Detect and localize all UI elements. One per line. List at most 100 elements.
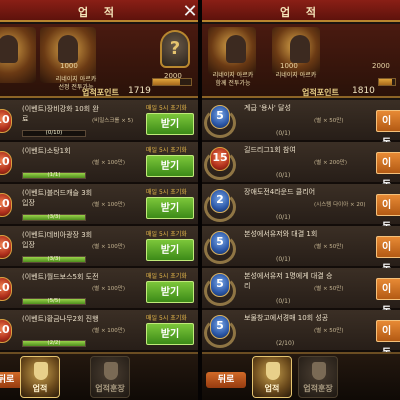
achievement-reward: (별 × 100만) — [92, 160, 126, 166]
claim-button[interactable]: 받기 — [146, 323, 194, 345]
achievement-name: (이벤트)블러드캐슬 3회 입장 — [22, 189, 93, 207]
go-button[interactable]: 이동 — [376, 152, 400, 191]
claim-button[interactable]: 받기 — [146, 197, 194, 219]
claim-button[interactable]: 받기 — [146, 155, 194, 177]
panel-title: 업 적 — [77, 6, 121, 19]
medal-value: 5 — [216, 319, 224, 332]
progress-text: (3/3) — [47, 256, 61, 262]
medal-icon — [312, 362, 326, 380]
achievement-reward: (별 × 50만) — [314, 328, 344, 334]
achievement-row: 15 길드리그1회 참여 (별 × 200만) (0/1) 이동 — [202, 142, 400, 191]
tab-medals[interactable]: 업적훈장 — [298, 356, 338, 398]
progress-bar: (3/3) — [22, 256, 86, 263]
achievement-reward: (별 × 100만) — [92, 202, 126, 208]
go-button[interactable]: 이동 — [376, 110, 400, 149]
go-button[interactable]: 이동 — [376, 236, 400, 275]
reset-notice: 매일 5시 초기화 — [146, 147, 187, 154]
achievement-reward: (별 × 200만) — [314, 160, 348, 166]
achievement-row: 5본성에서유저 1명에게 대결 승리(별 × 50만)(0/1)이동 — [202, 268, 400, 317]
points-progress-fill — [153, 79, 181, 85]
question-mark-icon: ? — [169, 38, 181, 59]
hero-sub-text: 함께 전투가능 — [215, 80, 251, 87]
achievement-reward: (별 × 50만) — [314, 118, 344, 124]
progress-bar: (5/5) — [22, 298, 86, 305]
trophy-icon — [266, 362, 280, 380]
progress-bar: (1/1) — [22, 172, 86, 179]
go-button[interactable]: 이동 — [376, 194, 400, 233]
tab-achievements-label: 업적 — [32, 384, 48, 393]
points-progress-bar — [378, 78, 396, 86]
achievement-row: 5 본성에서유저와 대결 1회 (별 × 50만) (0/1) 이동 — [202, 226, 400, 275]
achievement-row: 10 (이벤트)데비아광장 3회 입장(별 × 100만) (3/3) 매일 5시 초… — [0, 226, 198, 268]
achievement-medal-icon: 15 — [210, 147, 230, 171]
hero-label: 리네이지 아르카 — [275, 72, 317, 79]
tab-medals[interactable]: 업적훈장 — [90, 356, 130, 398]
progress-text: (5/5) — [47, 298, 61, 304]
title-bar: 업 적 — [202, 0, 400, 22]
go-button[interactable]: 이동 — [376, 320, 400, 359]
progress-text: (3/3) — [47, 214, 61, 220]
achievement-panel-left: 업 적 리네이지 아르카 선정 전투가능 ? 1000 2000 업적포인트 1… — [0, 0, 198, 400]
medal-value: 10 — [0, 155, 10, 168]
achievement-name: (이벤트)데비아광장 3회 입장 — [22, 231, 93, 249]
achievement-row: 10 (이벤트)장비강화 10회 완료(비밀스크롤 × 5) (0/10) 매일 5시… — [0, 100, 198, 142]
achievement-reward: (시스템 다이아 × 20) — [314, 202, 366, 208]
mystery-reward-icon[interactable]: ? — [160, 30, 190, 68]
medal-value: 5 — [216, 235, 224, 248]
reset-notice: 매일 5시 초기화 — [146, 315, 187, 322]
achievement-reward: (별 × 100만) — [92, 328, 126, 334]
back-button[interactable]: 뒤로 — [206, 372, 246, 388]
tab-achievements[interactable]: 업적 — [252, 356, 292, 398]
achievement-reward: (별 × 100만) — [92, 286, 126, 292]
trophy-icon — [34, 362, 48, 380]
progress-bar: (0/10) — [22, 130, 86, 137]
achievement-row: 10 (이벤트)블러드캐슬 3회 입장(별 × 100만) (3/3) 매일 5시 초… — [0, 184, 198, 226]
achievement-medal-icon: 5 — [210, 105, 230, 129]
go-button[interactable]: 이동 — [376, 278, 400, 317]
achievement-name: 본성에서유저와 대결 1회 — [244, 230, 318, 238]
progress-text: (0/10) — [45, 130, 63, 136]
progress-text: (0/1) — [276, 298, 291, 305]
achievement-reward: (별 × 50만) — [314, 286, 344, 292]
tab-medals-label: 업적훈장 — [303, 384, 333, 393]
tab-medals-label: 업적훈장 — [95, 384, 125, 393]
medal-value: 5 — [216, 277, 224, 290]
progress-text: (0/1) — [276, 130, 291, 137]
achievement-row: 2 장애도전4라운드 클리어 (시스템 다이아 × 20) (0/1) 이동 — [202, 184, 400, 233]
reset-notice: 매일 5시 초기화 — [146, 189, 187, 196]
achievement-medal-icon: 10 — [0, 319, 12, 343]
achievement-medal-icon: 2 — [210, 189, 230, 213]
achievement-name: 계급 '용사' 달성 — [244, 104, 291, 112]
points-label: 업적포인트 — [302, 88, 339, 97]
points-value: 1810 — [352, 86, 375, 96]
achievement-name: 보물창고에서경매 10회 성공 — [244, 314, 329, 322]
reward-tier-b: 2000 — [372, 62, 390, 70]
achievement-reward: (별 × 50만) — [314, 244, 344, 250]
achievement-medal-icon: 10 — [0, 235, 12, 259]
points-progress-bar — [152, 78, 192, 86]
hero-label: 리네이지 아르카 함께 전투가능 — [202, 72, 264, 88]
achievement-row: 5 계급 '용사' 달성 (별 × 50만) (0/1) 이동 — [202, 100, 400, 149]
claim-button[interactable]: 받기 — [146, 281, 194, 303]
achievement-medal-icon: 10 — [0, 151, 12, 175]
progress-text: (2/10) — [276, 340, 295, 347]
achievement-name: (이벤트)월드보스5회 도전 — [22, 273, 99, 281]
points-label: 업적포인트 — [82, 88, 119, 97]
achievement-header: 리네이지 아르카 선정 전투가능 ? 1000 2000 업적포인트 1719 — [0, 24, 198, 98]
achievement-name: 장애도전4라운드 클리어 — [244, 188, 316, 196]
hero-portrait — [40, 27, 96, 83]
achievement-name: (이벤트)장비강화 10회 완료 — [22, 105, 99, 123]
medal-value: 2 — [216, 193, 224, 206]
tab-achievements[interactable]: 업적 — [20, 356, 60, 398]
panel-title: 업 적 — [279, 6, 323, 19]
achievement-panel-right: 업 적 리네이지 아르카 함께 전투가능 리네이지 아르카 1000 2000 … — [202, 0, 400, 400]
claim-button[interactable]: 받기 — [146, 113, 194, 135]
reset-notice: 매일 5시 초기화 — [146, 105, 187, 112]
tab-achievements-label: 업적 — [264, 384, 280, 393]
achievement-medal-icon: 5 — [210, 315, 230, 339]
medal-value: 10 — [0, 239, 10, 252]
reward-tier-a: 1000 — [60, 62, 78, 70]
medal-icon — [104, 362, 118, 380]
close-icon[interactable]: ✕ — [180, 2, 200, 22]
claim-button[interactable]: 받기 — [146, 239, 194, 261]
